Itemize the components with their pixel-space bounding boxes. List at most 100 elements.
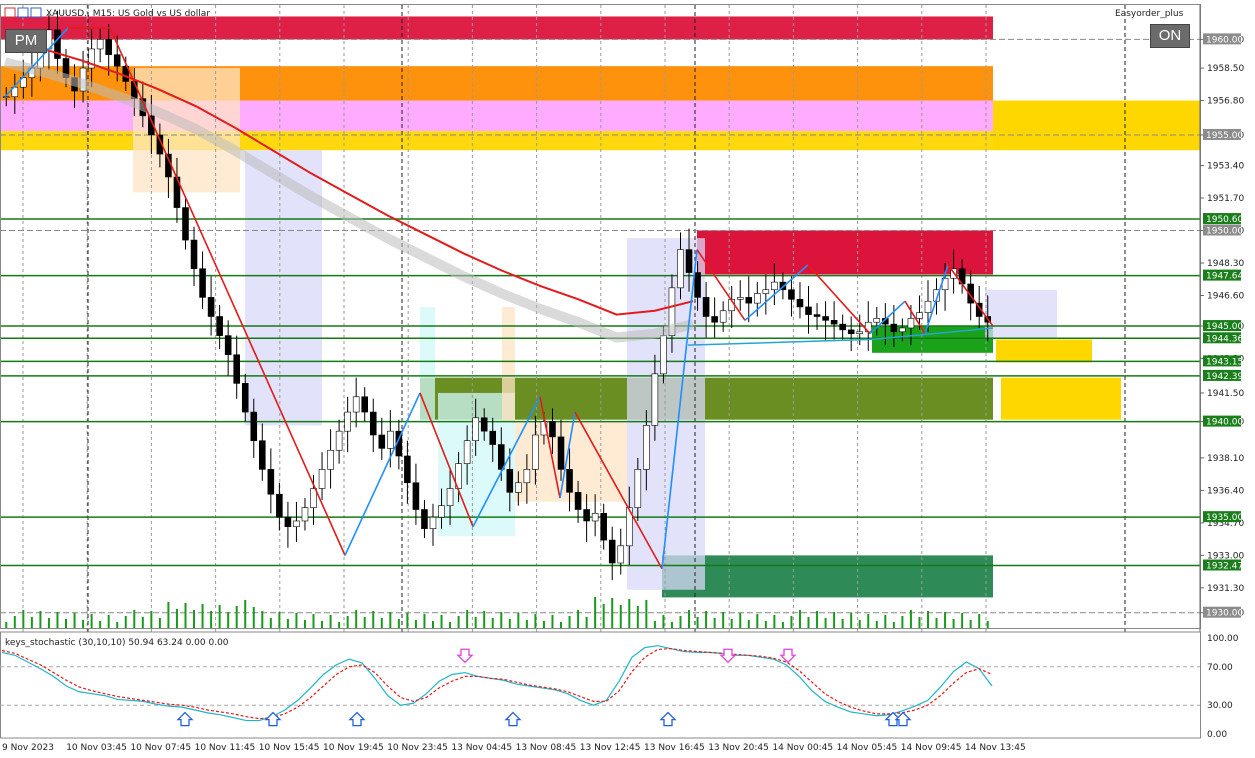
time-label: 13 Nov 04:45 bbox=[451, 743, 512, 753]
symbol-info: XAUUSD., M15: US Gold vs US dollar bbox=[46, 9, 210, 19]
price-badge-label: 1930.00 bbox=[1206, 609, 1243, 619]
candle-body bbox=[916, 312, 923, 319]
time-label: 9 Nov 2023 bbox=[2, 743, 54, 753]
zone-gold-right bbox=[993, 100, 1200, 151]
candle-body bbox=[480, 417, 488, 432]
candle-body bbox=[754, 293, 761, 304]
candle-body bbox=[822, 316, 829, 321]
zone-gold-small bbox=[996, 339, 1092, 363]
candle-body bbox=[489, 430, 497, 445]
candle-body bbox=[600, 513, 607, 541]
price-tick-label: 1938.10 bbox=[1207, 454, 1244, 464]
price-tick-label: 1956.80 bbox=[1207, 97, 1244, 107]
candle-body bbox=[327, 449, 334, 470]
price-tick-label: 1951.70 bbox=[1207, 194, 1244, 204]
candle-body bbox=[463, 440, 471, 464]
candle-body bbox=[378, 434, 386, 449]
time-label: 14 Nov 13:45 bbox=[965, 743, 1026, 753]
price-badge-label: 1942.39 bbox=[1206, 372, 1243, 382]
zone-red-mid bbox=[697, 230, 993, 275]
pm-button[interactable]: PM bbox=[5, 29, 47, 53]
candle-body bbox=[284, 516, 292, 528]
candle-body bbox=[438, 505, 445, 518]
price-chart[interactable]: 1960.00 1958.50 1956.80 1955.00 1953.40 1951.… bbox=[0, 0, 1255, 758]
price-badge-label: 1945.00 bbox=[1206, 322, 1243, 332]
candle-body bbox=[796, 299, 804, 308]
candle-body bbox=[404, 455, 411, 484]
candle-body bbox=[318, 469, 326, 489]
time-label: 14 Nov 00:45 bbox=[772, 743, 833, 753]
candle-body bbox=[182, 207, 189, 241]
candle-body bbox=[361, 396, 369, 413]
price-badge-label: 1955.00 bbox=[1206, 131, 1243, 141]
session-box bbox=[985, 289, 1057, 338]
stochastic-label: keys_stochastic (30,10,10) 50.94 63.24 0… bbox=[5, 638, 229, 648]
candle-body bbox=[873, 318, 881, 323]
candle-body bbox=[643, 425, 650, 470]
time-label: 14 Nov 05:45 bbox=[837, 743, 898, 753]
candle-body bbox=[241, 383, 249, 413]
candle-body bbox=[259, 440, 266, 470]
candle-body bbox=[660, 335, 667, 375]
price-tick-label: 1953.40 bbox=[1207, 162, 1244, 172]
candle-body bbox=[216, 316, 223, 336]
candle-body bbox=[549, 421, 556, 438]
candle-body bbox=[429, 516, 437, 529]
candle-body bbox=[702, 297, 710, 317]
candle-body bbox=[446, 488, 454, 506]
candle-body bbox=[276, 493, 283, 518]
candle-body bbox=[293, 520, 300, 528]
candle-body bbox=[685, 249, 693, 273]
time-label: 10 Nov 19:45 bbox=[323, 743, 384, 753]
time-label: 13 Nov 12:45 bbox=[580, 743, 641, 753]
candle-body bbox=[301, 507, 309, 522]
on-button[interactable]: ON bbox=[1150, 24, 1190, 48]
zone-gold-small-2 bbox=[1001, 377, 1121, 420]
candle-body bbox=[190, 239, 198, 270]
price-badge-label: 1950.60 bbox=[1206, 215, 1243, 225]
candle-body bbox=[412, 482, 420, 510]
stochastic-tick-label: 30.00 bbox=[1207, 701, 1233, 711]
candle-body bbox=[113, 54, 121, 67]
candle-body bbox=[856, 331, 864, 334]
candle-body bbox=[591, 513, 599, 522]
stochastic-tick-label: 100.00 bbox=[1207, 634, 1239, 644]
zone-resistance-red bbox=[0, 16, 993, 40]
candle-body bbox=[805, 306, 812, 315]
candle-body bbox=[344, 411, 351, 432]
candle-body bbox=[813, 314, 821, 317]
candle-body bbox=[899, 327, 906, 333]
time-label: 13 Nov 16:45 bbox=[644, 743, 705, 753]
session-box bbox=[502, 306, 515, 422]
price-badge-label: 1940.00 bbox=[1206, 418, 1243, 428]
price-badge-label: 1960.00 bbox=[1206, 35, 1243, 45]
candle-body bbox=[207, 297, 215, 317]
candle-body bbox=[421, 509, 428, 529]
zone-green-bottom bbox=[662, 555, 993, 598]
candle-body bbox=[745, 297, 753, 304]
candle-body bbox=[472, 417, 479, 442]
candle-body bbox=[96, 39, 104, 50]
price-badge-label: 1947.64 bbox=[1206, 272, 1243, 282]
candle-body bbox=[497, 444, 505, 470]
chart-window-icon bbox=[30, 7, 42, 18]
price-tick-label: 1958.50 bbox=[1207, 64, 1244, 74]
candle-body bbox=[677, 249, 684, 289]
candle-body bbox=[694, 272, 701, 298]
price-tick-label: 1931.30 bbox=[1207, 584, 1244, 594]
candle-body bbox=[830, 320, 838, 325]
candle-body bbox=[199, 268, 206, 298]
time-label: 10 Nov 03:45 bbox=[66, 743, 127, 753]
candle-body bbox=[608, 539, 616, 564]
price-badge-label: 1932.47 bbox=[1206, 562, 1243, 572]
candle-body bbox=[250, 411, 258, 442]
price-badge-label: 1943.15 bbox=[1206, 357, 1243, 367]
candle-body bbox=[557, 436, 565, 470]
candle-body bbox=[847, 329, 855, 334]
chart-window-icon bbox=[4, 7, 16, 18]
candle-body bbox=[105, 39, 112, 55]
candle-body bbox=[387, 430, 394, 449]
time-label: 13 Nov 20:45 bbox=[708, 743, 769, 753]
candle-body bbox=[267, 469, 275, 495]
time-label: 10 Nov 15:45 bbox=[259, 743, 320, 753]
